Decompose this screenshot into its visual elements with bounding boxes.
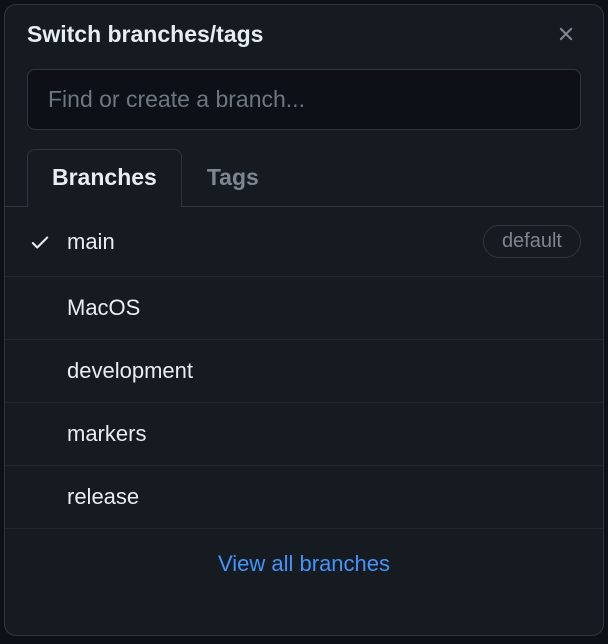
branch-name-label: markers [67,421,581,447]
branch-name-label: MacOS [67,295,581,321]
close-icon [555,23,577,45]
search-container [5,59,603,148]
branch-name-label: main [67,229,469,255]
branch-name-label: development [67,358,581,384]
branch-item-release[interactable]: release [5,466,603,529]
footer: View all branches [5,529,603,599]
view-all-branches-link[interactable]: View all branches [218,551,390,576]
tab-branches[interactable]: Branches [27,149,182,207]
branch-list: main default MacOS development markers r… [5,206,603,635]
branch-item-macos[interactable]: MacOS [5,277,603,340]
tab-tags[interactable]: Tags [182,149,284,207]
check-icon [27,231,53,253]
branch-item-main[interactable]: main default [5,207,603,277]
branch-item-markers[interactable]: markers [5,403,603,466]
branch-search-input[interactable] [27,69,581,130]
branch-item-development[interactable]: development [5,340,603,403]
tab-bar: Branches Tags [5,148,603,206]
branch-switcher-popover: Switch branches/tags Branches Tags main … [4,4,604,636]
default-badge: default [483,225,581,258]
close-button[interactable] [551,19,581,49]
popover-header: Switch branches/tags [5,5,603,59]
popover-title: Switch branches/tags [27,21,263,48]
branch-name-label: release [67,484,581,510]
